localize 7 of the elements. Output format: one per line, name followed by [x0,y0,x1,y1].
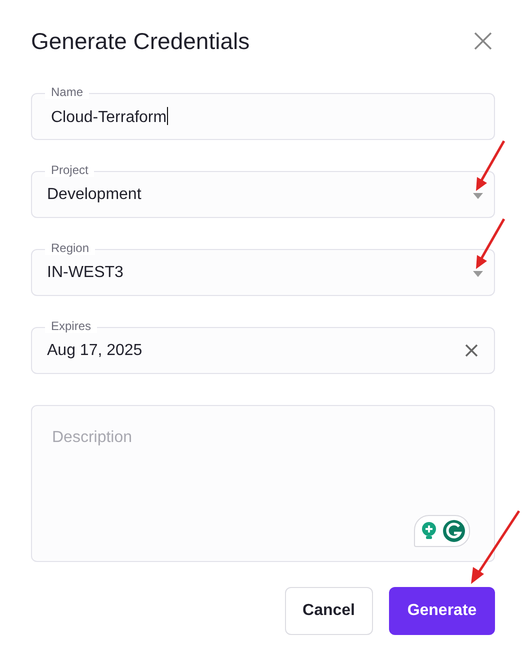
generate-button[interactable]: Generate [389,587,495,635]
dialog-title: Generate Credentials [31,28,250,54]
field-label: Region [45,241,96,255]
cancel-button[interactable]: Cancel [284,587,373,635]
field-label: Name [45,85,90,99]
field-label: Expires [45,319,98,333]
field-label: Project [45,163,94,177]
